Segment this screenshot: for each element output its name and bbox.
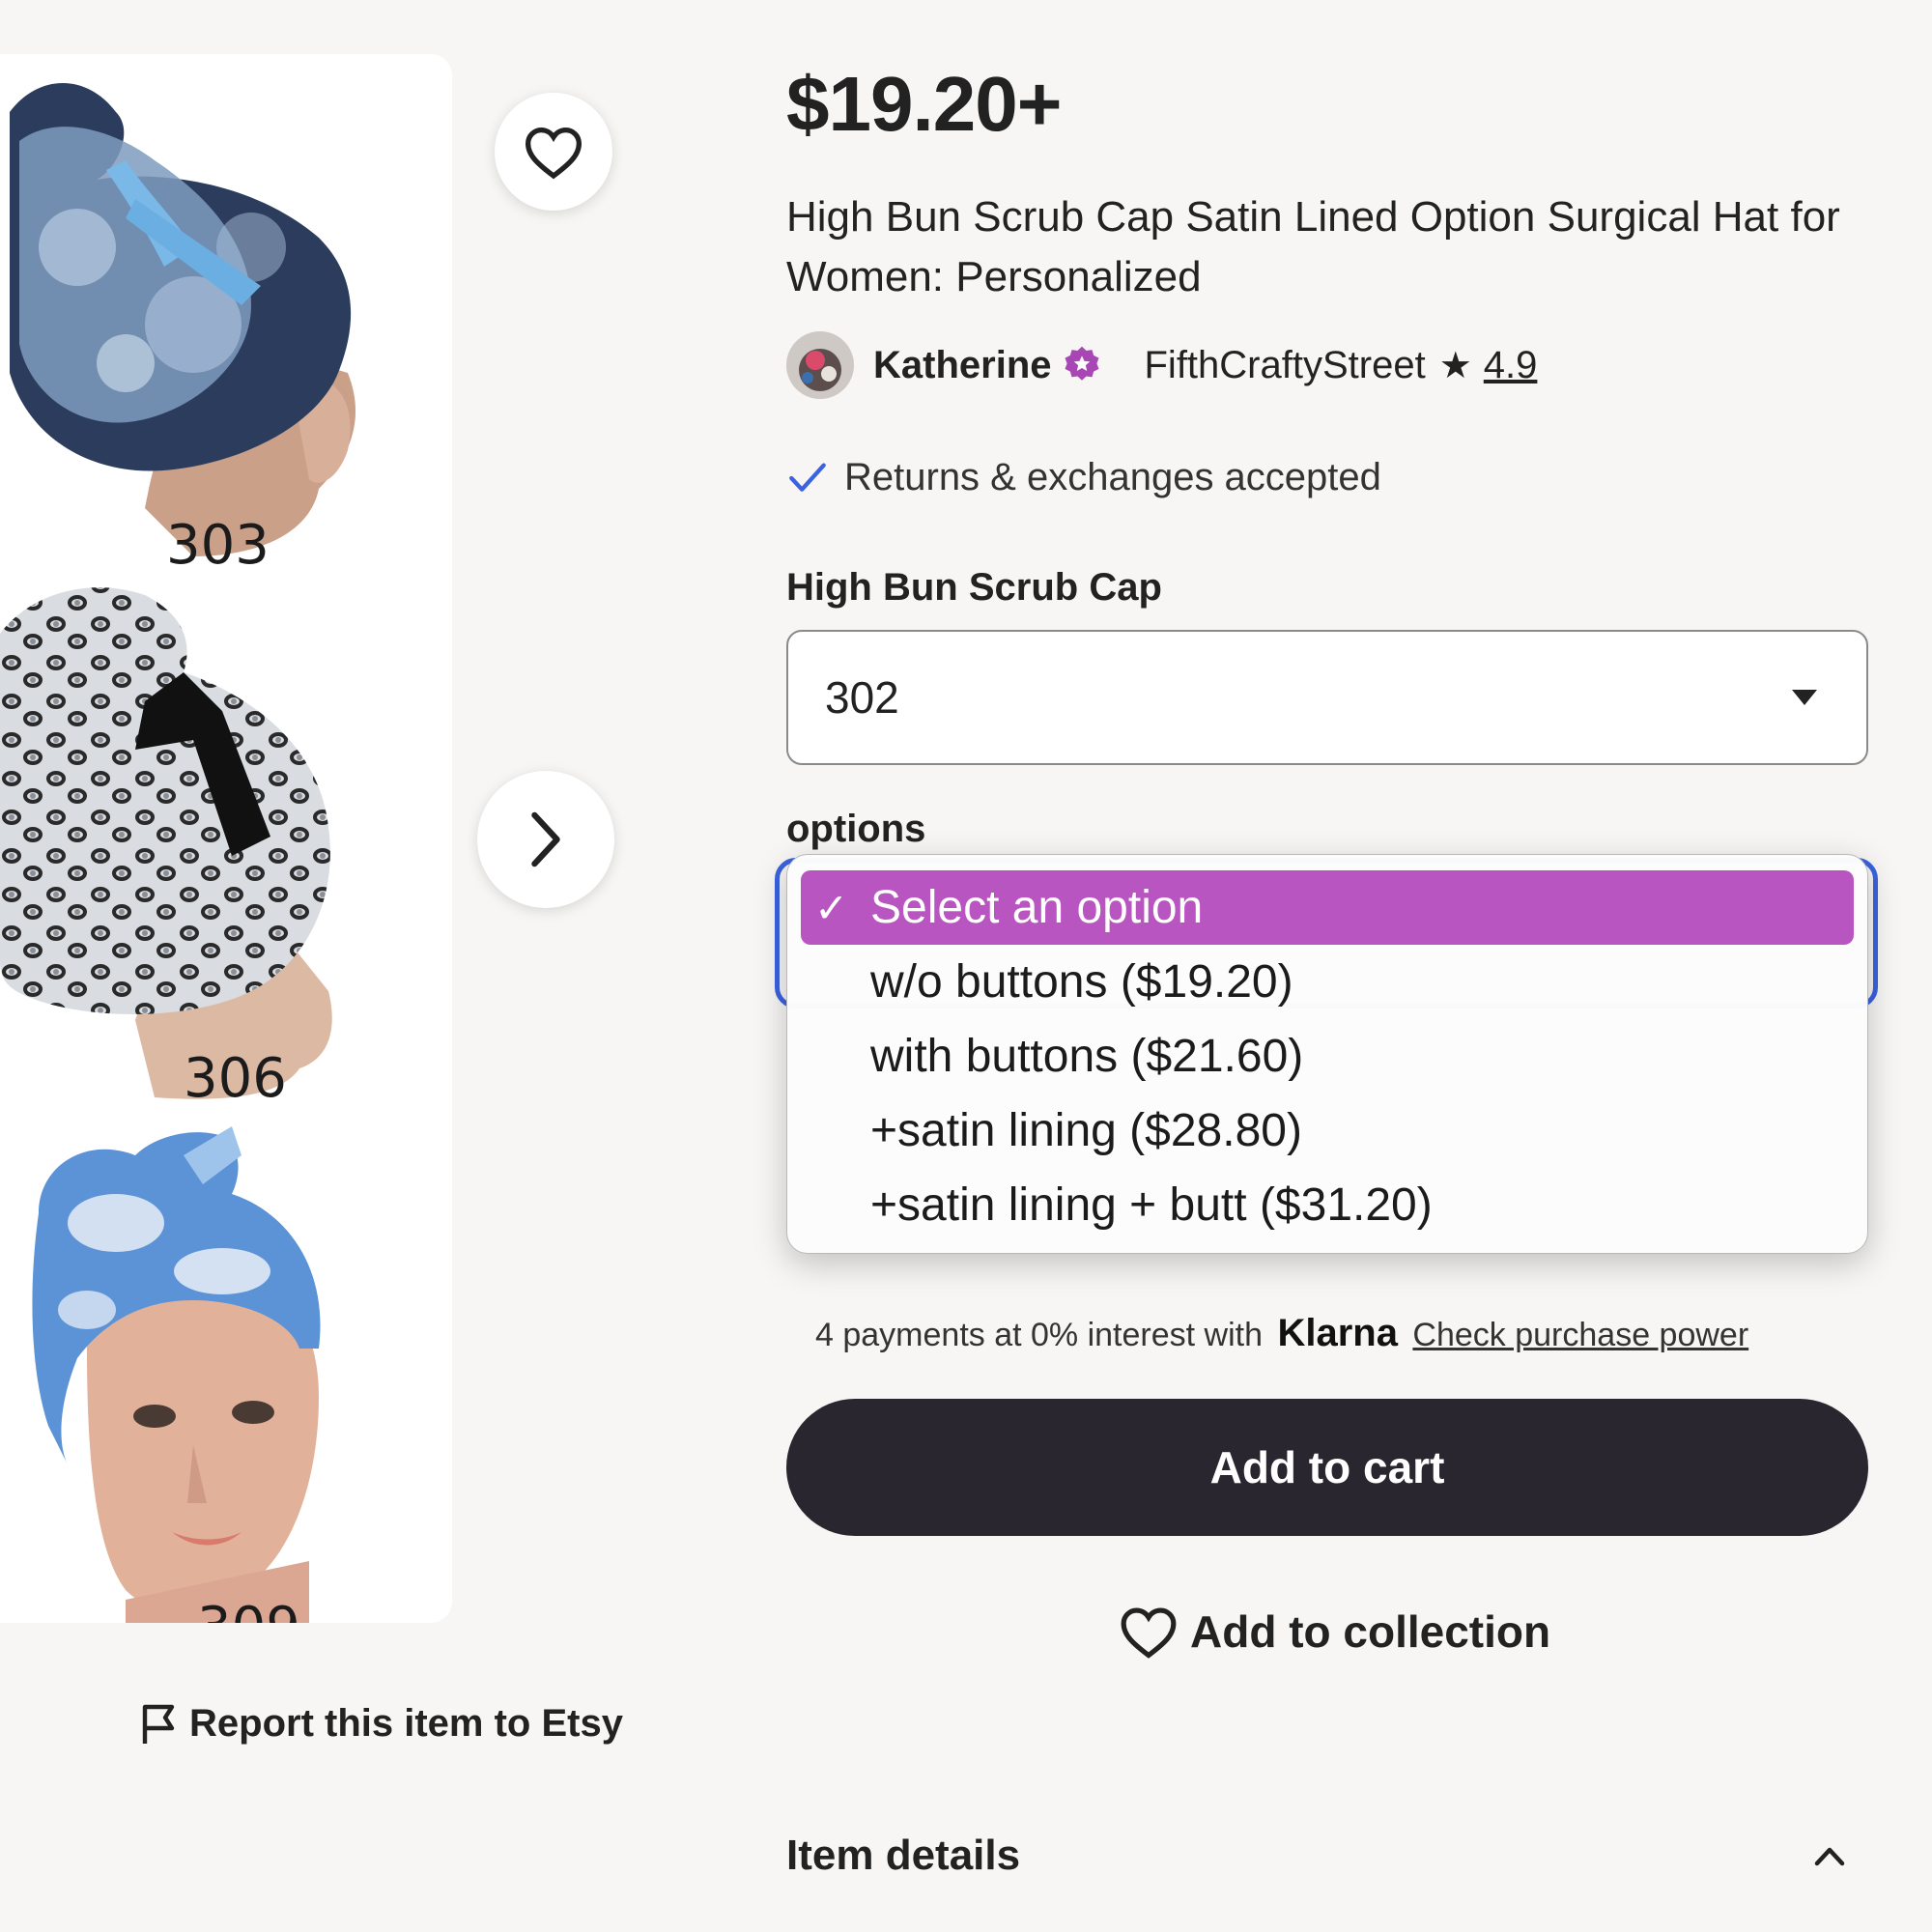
seller-info: Katherine FifthCraftyStreet ★ 4.9	[786, 330, 1537, 400]
option-satin-lining-buttons[interactable]: +satin lining + butt ($31.20)	[801, 1168, 1854, 1242]
add-to-collection-button[interactable]: Add to collection	[1119, 1604, 1550, 1660]
image-number: 309	[197, 1596, 300, 1623]
item-details-toggle[interactable]	[1814, 1845, 1845, 1871]
listing-title: High Bun Scrub Cap Satin Lined Option Su…	[786, 193, 1840, 300]
product-image-303: 303	[0, 54, 406, 577]
option-label: with buttons ($21.60)	[870, 1031, 1304, 1082]
option-label: Select an option	[870, 882, 1204, 933]
product-image-309: 309	[0, 1117, 406, 1623]
heart-icon	[525, 127, 582, 180]
option-with-buttons[interactable]: with buttons ($21.60)	[801, 1019, 1854, 1094]
chevron-right-icon	[531, 811, 560, 867]
check-icon: ✓	[814, 885, 849, 930]
item-details-header[interactable]: Item details	[786, 1832, 1020, 1880]
heart-icon	[1121, 1607, 1177, 1659]
option-select-an-option[interactable]: ✓ Select an option	[801, 870, 1854, 945]
returns-info: Returns & exchanges accepted	[788, 456, 1381, 499]
product-image-306: 306	[0, 576, 406, 1117]
add-to-cart-button[interactable]: Add to cart	[786, 1399, 1868, 1536]
klarna-text: 4 payments at 0% interest with	[815, 1317, 1264, 1353]
options-label: options	[786, 808, 926, 850]
price: $19.20+	[786, 61, 1062, 147]
report-item-link[interactable]: Report this item to Etsy	[139, 1702, 623, 1746]
add-to-collection-label: Add to collection	[1190, 1606, 1551, 1657]
shop-name[interactable]: FifthCraftyStreet	[1145, 344, 1426, 387]
seller-avatar[interactable]	[786, 331, 854, 399]
option-label: +satin lining + butt ($31.20)	[870, 1179, 1433, 1231]
star-seller-badge-icon	[1062, 345, 1102, 385]
klarna-financing: 4 payments at 0% interest with Klarna Ch…	[815, 1312, 1748, 1355]
shop-rating[interactable]: 4.9	[1484, 344, 1538, 387]
favorite-button[interactable]	[495, 93, 612, 211]
option-label: w/o buttons ($19.20)	[870, 956, 1293, 1008]
variation-value: 302	[825, 672, 899, 723]
flag-icon	[142, 1704, 175, 1744]
star-icon: ★	[1438, 345, 1472, 386]
klarna-logo: Klarna	[1277, 1312, 1398, 1354]
options-dropdown-list[interactable]: ✓ Select an option w/o buttons ($19.20) …	[786, 854, 1868, 1254]
next-image-button[interactable]	[477, 771, 614, 908]
option-without-buttons[interactable]: w/o buttons ($19.20)	[801, 945, 1854, 1019]
variation-label: High Bun Scrub Cap	[786, 566, 1162, 609]
image-number: 303	[166, 514, 270, 577]
product-image-gallery[interactable]: 303 306	[0, 54, 452, 1623]
klarna-check-power-link[interactable]: Check purchase power	[1412, 1317, 1748, 1353]
report-item-label: Report this item to Etsy	[189, 1702, 623, 1745]
caret-down-icon	[1792, 690, 1817, 705]
seller-name[interactable]: Katherine	[873, 344, 1052, 387]
returns-text: Returns & exchanges accepted	[844, 456, 1381, 498]
checkmark-icon	[789, 462, 826, 492]
option-label: +satin lining ($28.80)	[870, 1105, 1302, 1156]
image-number: 306	[184, 1047, 287, 1110]
option-satin-lining[interactable]: +satin lining ($28.80)	[801, 1094, 1854, 1168]
variation-select[interactable]: 302	[786, 630, 1868, 765]
chevron-up-icon	[1814, 1847, 1845, 1866]
